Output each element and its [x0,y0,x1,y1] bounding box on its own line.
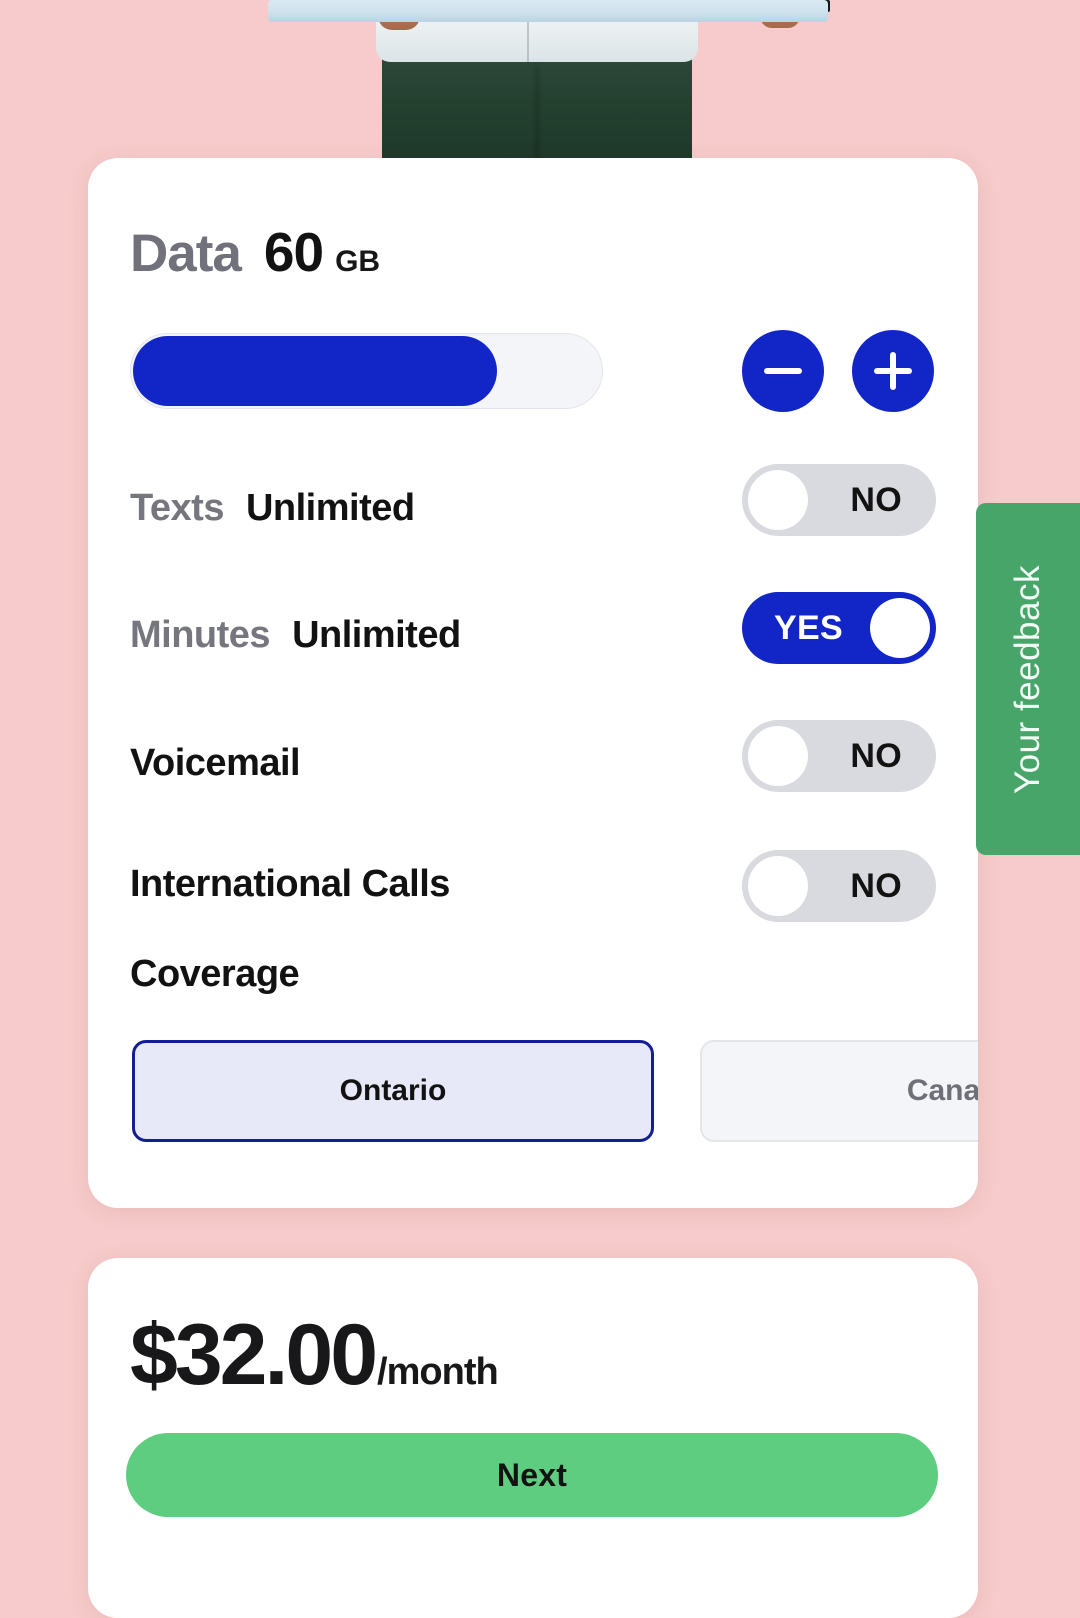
data-header: Data 60 GB [130,220,380,284]
photo-device-bar [268,0,828,22]
toggle-texts-state: NO [850,480,902,519]
toggle-voicemail-state: NO [850,736,902,775]
next-button[interactable]: Next [126,1433,938,1517]
price-period: /month [377,1351,499,1393]
data-increase-button[interactable] [852,330,934,412]
price-amount: $32.00 [130,1307,378,1403]
toggle-international-calls[interactable]: NO [742,850,936,922]
data-label: Data [130,224,242,283]
toggle-knob [748,856,808,916]
toggle-minutes[interactable]: YES [742,592,936,664]
minutes-value: Unlimited [292,613,461,656]
toggle-texts[interactable]: NO [742,464,936,536]
plus-icon-vertical [890,352,896,390]
toggle-international-calls-state: NO [850,866,902,905]
data-slider-fill [133,336,498,406]
coverage-option-ontario-label: Ontario [339,1074,447,1107]
toggle-voicemail[interactable]: NO [742,720,936,792]
toggle-knob [748,470,808,530]
data-decrease-button[interactable] [742,330,824,412]
texts-label: Texts [130,486,224,529]
voicemail-label: Voicemail [130,741,301,784]
international-calls-label: International Calls [130,862,450,905]
data-unit: GB [335,245,381,278]
photo-legs [382,48,692,170]
minus-icon [764,368,802,374]
data-amount: 60 [263,221,324,283]
plan-options-card: Data 60 GB Texts Unlimited Minutes Unlim… [88,158,978,1208]
price-card: $32.00 /month Next [88,1258,978,1618]
toggle-knob [870,598,930,658]
price-row: $32.00 /month [130,1306,499,1405]
data-slider[interactable] [130,333,603,409]
coverage-option-canada-label: Canada [906,1074,978,1107]
toggle-minutes-state: YES [774,608,843,647]
toggle-knob [748,726,808,786]
coverage-option-canada[interactable]: Canada [700,1040,978,1142]
minutes-label: Minutes [130,613,271,656]
coverage-option-ontario[interactable]: Ontario [132,1040,654,1142]
texts-value: Unlimited [245,486,415,529]
feedback-tab-label: Your feedback [1008,564,1047,794]
feedback-tab[interactable]: Your feedback [976,503,1080,855]
coverage-label: Coverage [130,953,300,995]
hero-photo [0,0,1080,170]
